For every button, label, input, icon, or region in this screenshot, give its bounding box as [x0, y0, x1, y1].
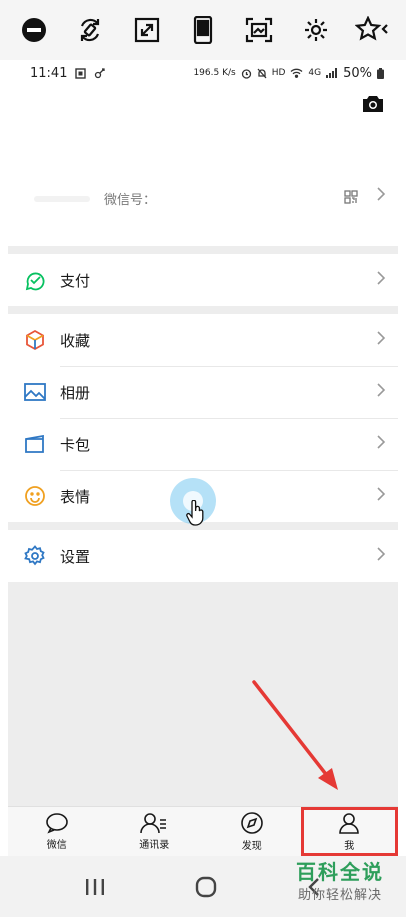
wechat-id-label: 微信号： [104, 193, 157, 208]
compass-icon [240, 812, 263, 834]
person-icon [339, 813, 360, 834]
tab-label-discover: 发现 [241, 841, 262, 852]
user-name-blurred [34, 196, 90, 202]
tab-contacts[interactable]: 通讯录 [106, 807, 204, 856]
menu-label-pay: 支付 [60, 271, 91, 290]
signal-icon [326, 68, 338, 78]
camera-icon[interactable] [362, 94, 384, 116]
tab-chats[interactable]: 微信 [8, 807, 106, 856]
chevron-right-icon [376, 546, 386, 566]
status-bar: 11:41 196.5 K/s HD 4G 50% [8, 60, 398, 86]
profile-header[interactable]: 微信号： [8, 86, 398, 246]
chevron-right-icon [376, 330, 386, 350]
signal-type: 4G [308, 68, 322, 78]
wifi-icon [290, 68, 303, 78]
pay-group: 支付 [8, 254, 398, 306]
chevron-right-icon [376, 434, 386, 454]
bottom-tab-bar: 微信 通讯录 发现 我 [8, 806, 398, 856]
menu-label-album: 相册 [60, 383, 91, 402]
menu-item-album[interactable]: 相册 [8, 366, 398, 418]
gallery-notification-icon [75, 67, 87, 79]
expand-icon[interactable] [129, 12, 165, 48]
watermark-subtitle: 助你轻松解决 [297, 888, 382, 903]
qr-code-icon[interactable] [344, 189, 358, 208]
tab-label-chats: 微信 [46, 840, 67, 851]
card-wallet-icon [24, 433, 46, 455]
menu-item-settings[interactable]: 设置 [8, 530, 398, 582]
album-icon [24, 381, 46, 403]
menu-label-stickers: 表情 [60, 487, 91, 506]
chevron-right-icon [376, 382, 386, 402]
net-speed: 196.5 K/s [193, 68, 236, 78]
screen-recorder-toolbar [0, 0, 406, 60]
chevron-right-icon [376, 486, 386, 506]
battery-level: 50% [343, 65, 372, 81]
hd-indicator: HD [271, 68, 286, 78]
status-time: 11:41 [30, 65, 68, 81]
favorites-cube-icon [24, 329, 46, 351]
tab-discover[interactable]: 发现 [203, 807, 301, 856]
menu-item-pay[interactable]: 支付 [8, 254, 398, 306]
home-icon[interactable] [194, 876, 218, 898]
star-icon[interactable] [354, 12, 390, 48]
contacts-icon [140, 813, 167, 834]
menu-item-favorites[interactable]: 收藏 [8, 314, 398, 366]
pointer-hand-icon [186, 500, 204, 526]
pay-icon [24, 269, 46, 291]
chevron-right-icon [376, 186, 386, 206]
recent-apps-icon[interactable] [84, 878, 106, 896]
alarm-icon [241, 68, 251, 79]
chevron-right-icon [376, 270, 386, 290]
screenshot-icon[interactable] [241, 12, 277, 48]
chat-bubble-icon [45, 813, 68, 834]
phone-icon[interactable] [185, 12, 221, 48]
rotate-icon[interactable] [72, 12, 108, 48]
tab-label-me: 我 [344, 841, 355, 852]
menu-label-settings: 设置 [60, 547, 91, 566]
watermark-title: 百科全说 [296, 860, 384, 884]
annotation-arrow [252, 680, 338, 790]
menu-label-cards: 卡包 [60, 435, 91, 454]
mute-icon [257, 68, 267, 78]
link-notification-icon [95, 67, 106, 78]
gear-icon[interactable] [298, 12, 334, 48]
tab-label-contacts: 通讯录 [139, 840, 170, 851]
tab-me[interactable]: 我 [300, 807, 398, 856]
smiley-icon [24, 485, 46, 507]
menu-label-favorites: 收藏 [60, 331, 91, 350]
settings-group: 设置 [8, 530, 398, 582]
stop-icon[interactable] [16, 12, 52, 48]
battery-icon [377, 67, 384, 79]
menu-item-cards[interactable]: 卡包 [8, 418, 398, 470]
gear-icon [24, 545, 46, 567]
watermark: 百科全说 助你轻松解决 [278, 858, 402, 914]
